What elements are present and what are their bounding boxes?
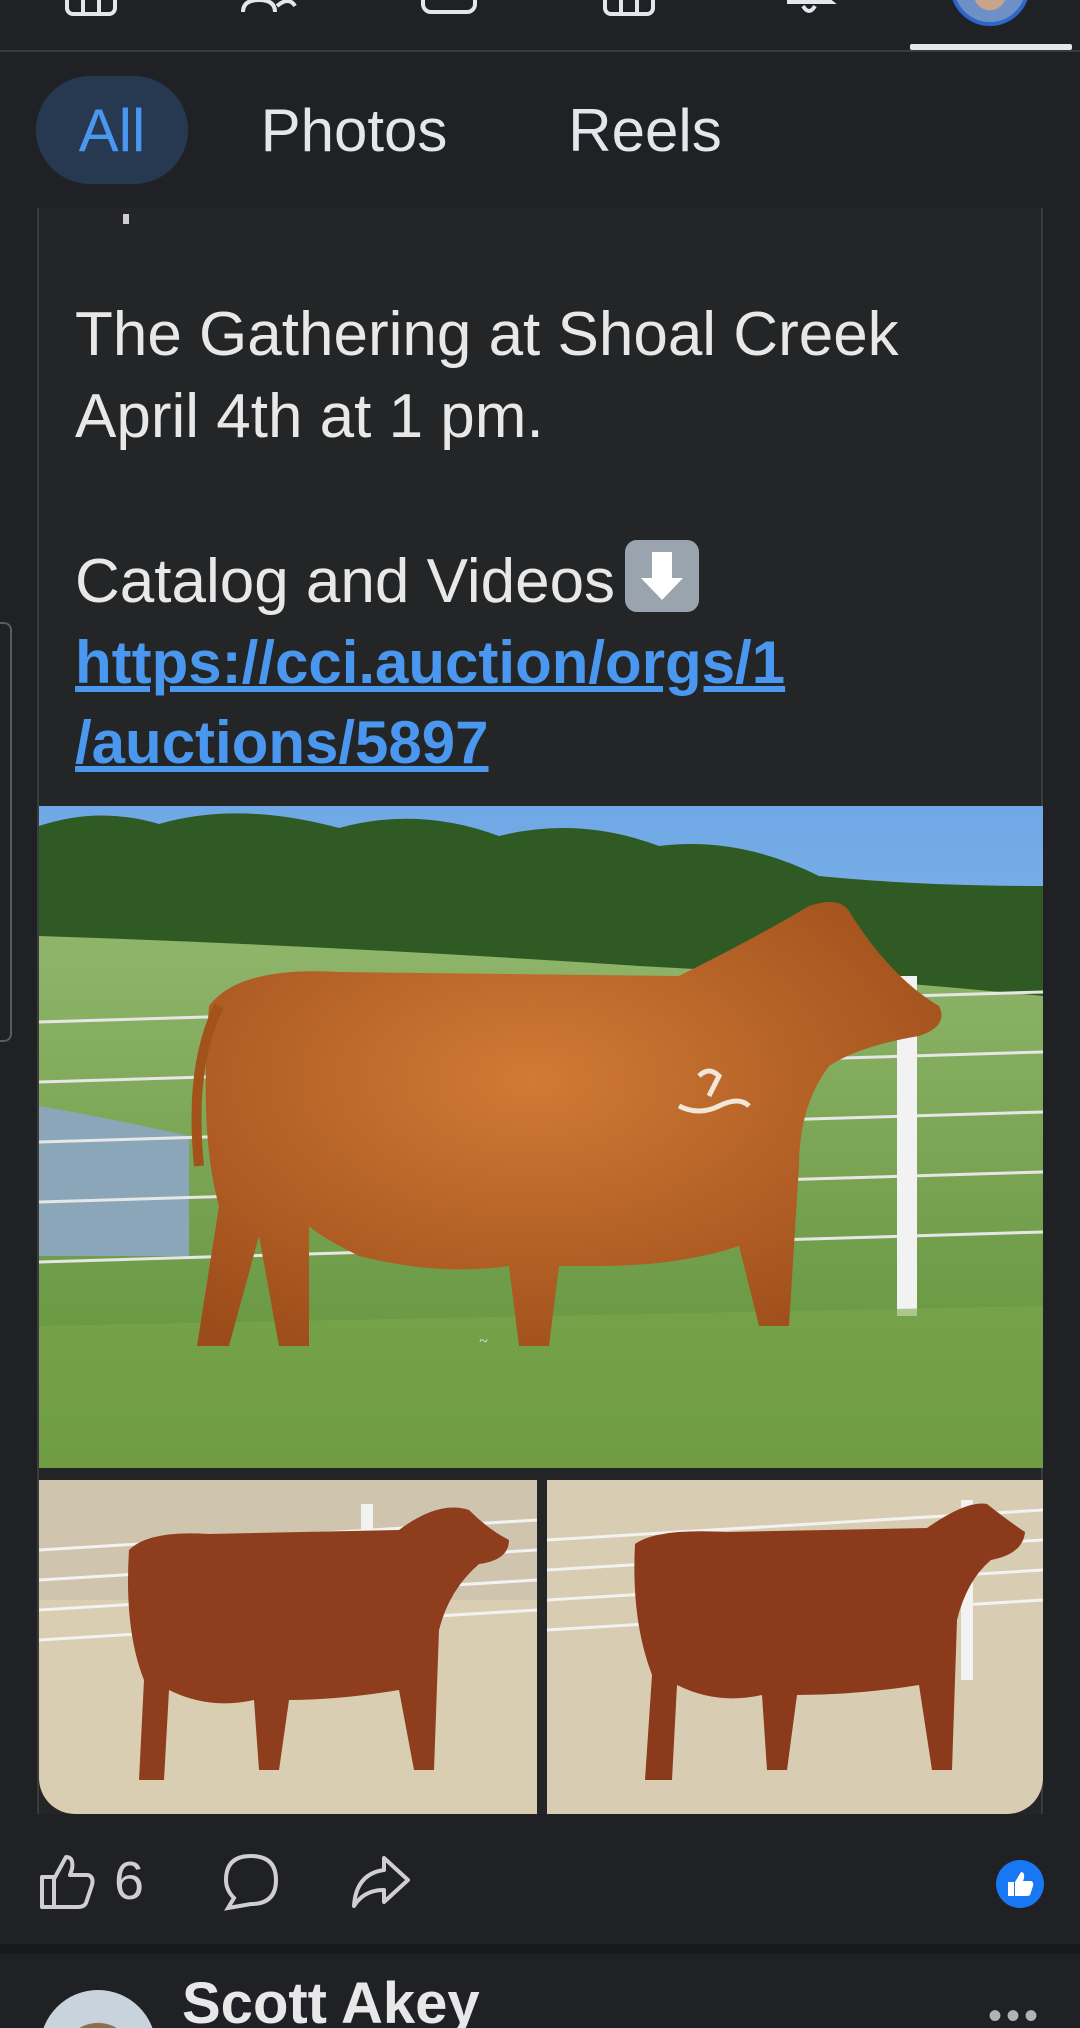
next-post-avatar[interactable] (40, 1990, 156, 2028)
post-catalog-line: Catalog and Videos (75, 540, 1015, 623)
post-card: The Gathering at Shoal Creek April 4th a… (37, 208, 1043, 1814)
truncated-text-fragment (123, 214, 129, 224)
filter-photos-tab[interactable]: Photos (228, 76, 480, 184)
post-actions-bar: 6 (0, 1830, 1080, 1940)
post-event-date: April 4th at 1 pm. (75, 382, 544, 451)
filter-all-tab[interactable]: All (36, 76, 188, 184)
comment-icon (223, 1853, 279, 1911)
post-divider (0, 1944, 1080, 1954)
active-tab-indicator (910, 44, 1072, 50)
auction-link-part-2: /auctions/5897 (75, 709, 489, 776)
next-post-author[interactable]: Scott Akey (182, 1970, 480, 2028)
filter-reels-tab[interactable]: Reels (540, 76, 750, 184)
like-button[interactable]: 6 (36, 1850, 144, 1912)
notifications-icon[interactable] (776, 0, 842, 16)
post-photo-main[interactable]: ~ (39, 806, 1043, 1468)
post-body: The Gathering at Shoal Creek April 4th a… (75, 294, 1015, 783)
share-icon (352, 1856, 410, 1908)
post-event-title: The Gathering at Shoal Creek (75, 300, 899, 369)
more-options-icon[interactable]: ••• (988, 1994, 1042, 2028)
post-catalog-text: Catalog and Videos (75, 547, 616, 616)
like-count: 6 (114, 1851, 145, 1911)
marketplace-icon[interactable] (596, 0, 662, 16)
comment-button[interactable] (220, 1850, 282, 1912)
post-photo-thumbnail-1[interactable] (39, 1480, 537, 1814)
thumbs-up-icon (40, 1855, 95, 1909)
auction-link[interactable]: https://cci.auction/orgs/1 /auctions/589… (75, 623, 1015, 783)
down-arrow-emoji-icon (625, 540, 700, 612)
top-navigation-bar (0, 0, 1080, 52)
profile-avatar[interactable] (950, 0, 1030, 26)
friends-icon[interactable] (236, 0, 302, 16)
like-reaction-icon[interactable] (996, 1860, 1044, 1908)
home-icon[interactable] (58, 0, 124, 16)
share-button[interactable] (350, 1850, 412, 1912)
svg-text:~: ~ (479, 1333, 488, 1350)
auction-link-part-1: https://cci.auction/orgs/1 (75, 629, 786, 696)
video-icon[interactable] (416, 0, 482, 16)
post-photo-thumbnail-2[interactable] (547, 1480, 1043, 1814)
filter-tabs: All Photos Reels (0, 70, 1080, 190)
side-scroll-handle[interactable] (0, 622, 12, 1042)
